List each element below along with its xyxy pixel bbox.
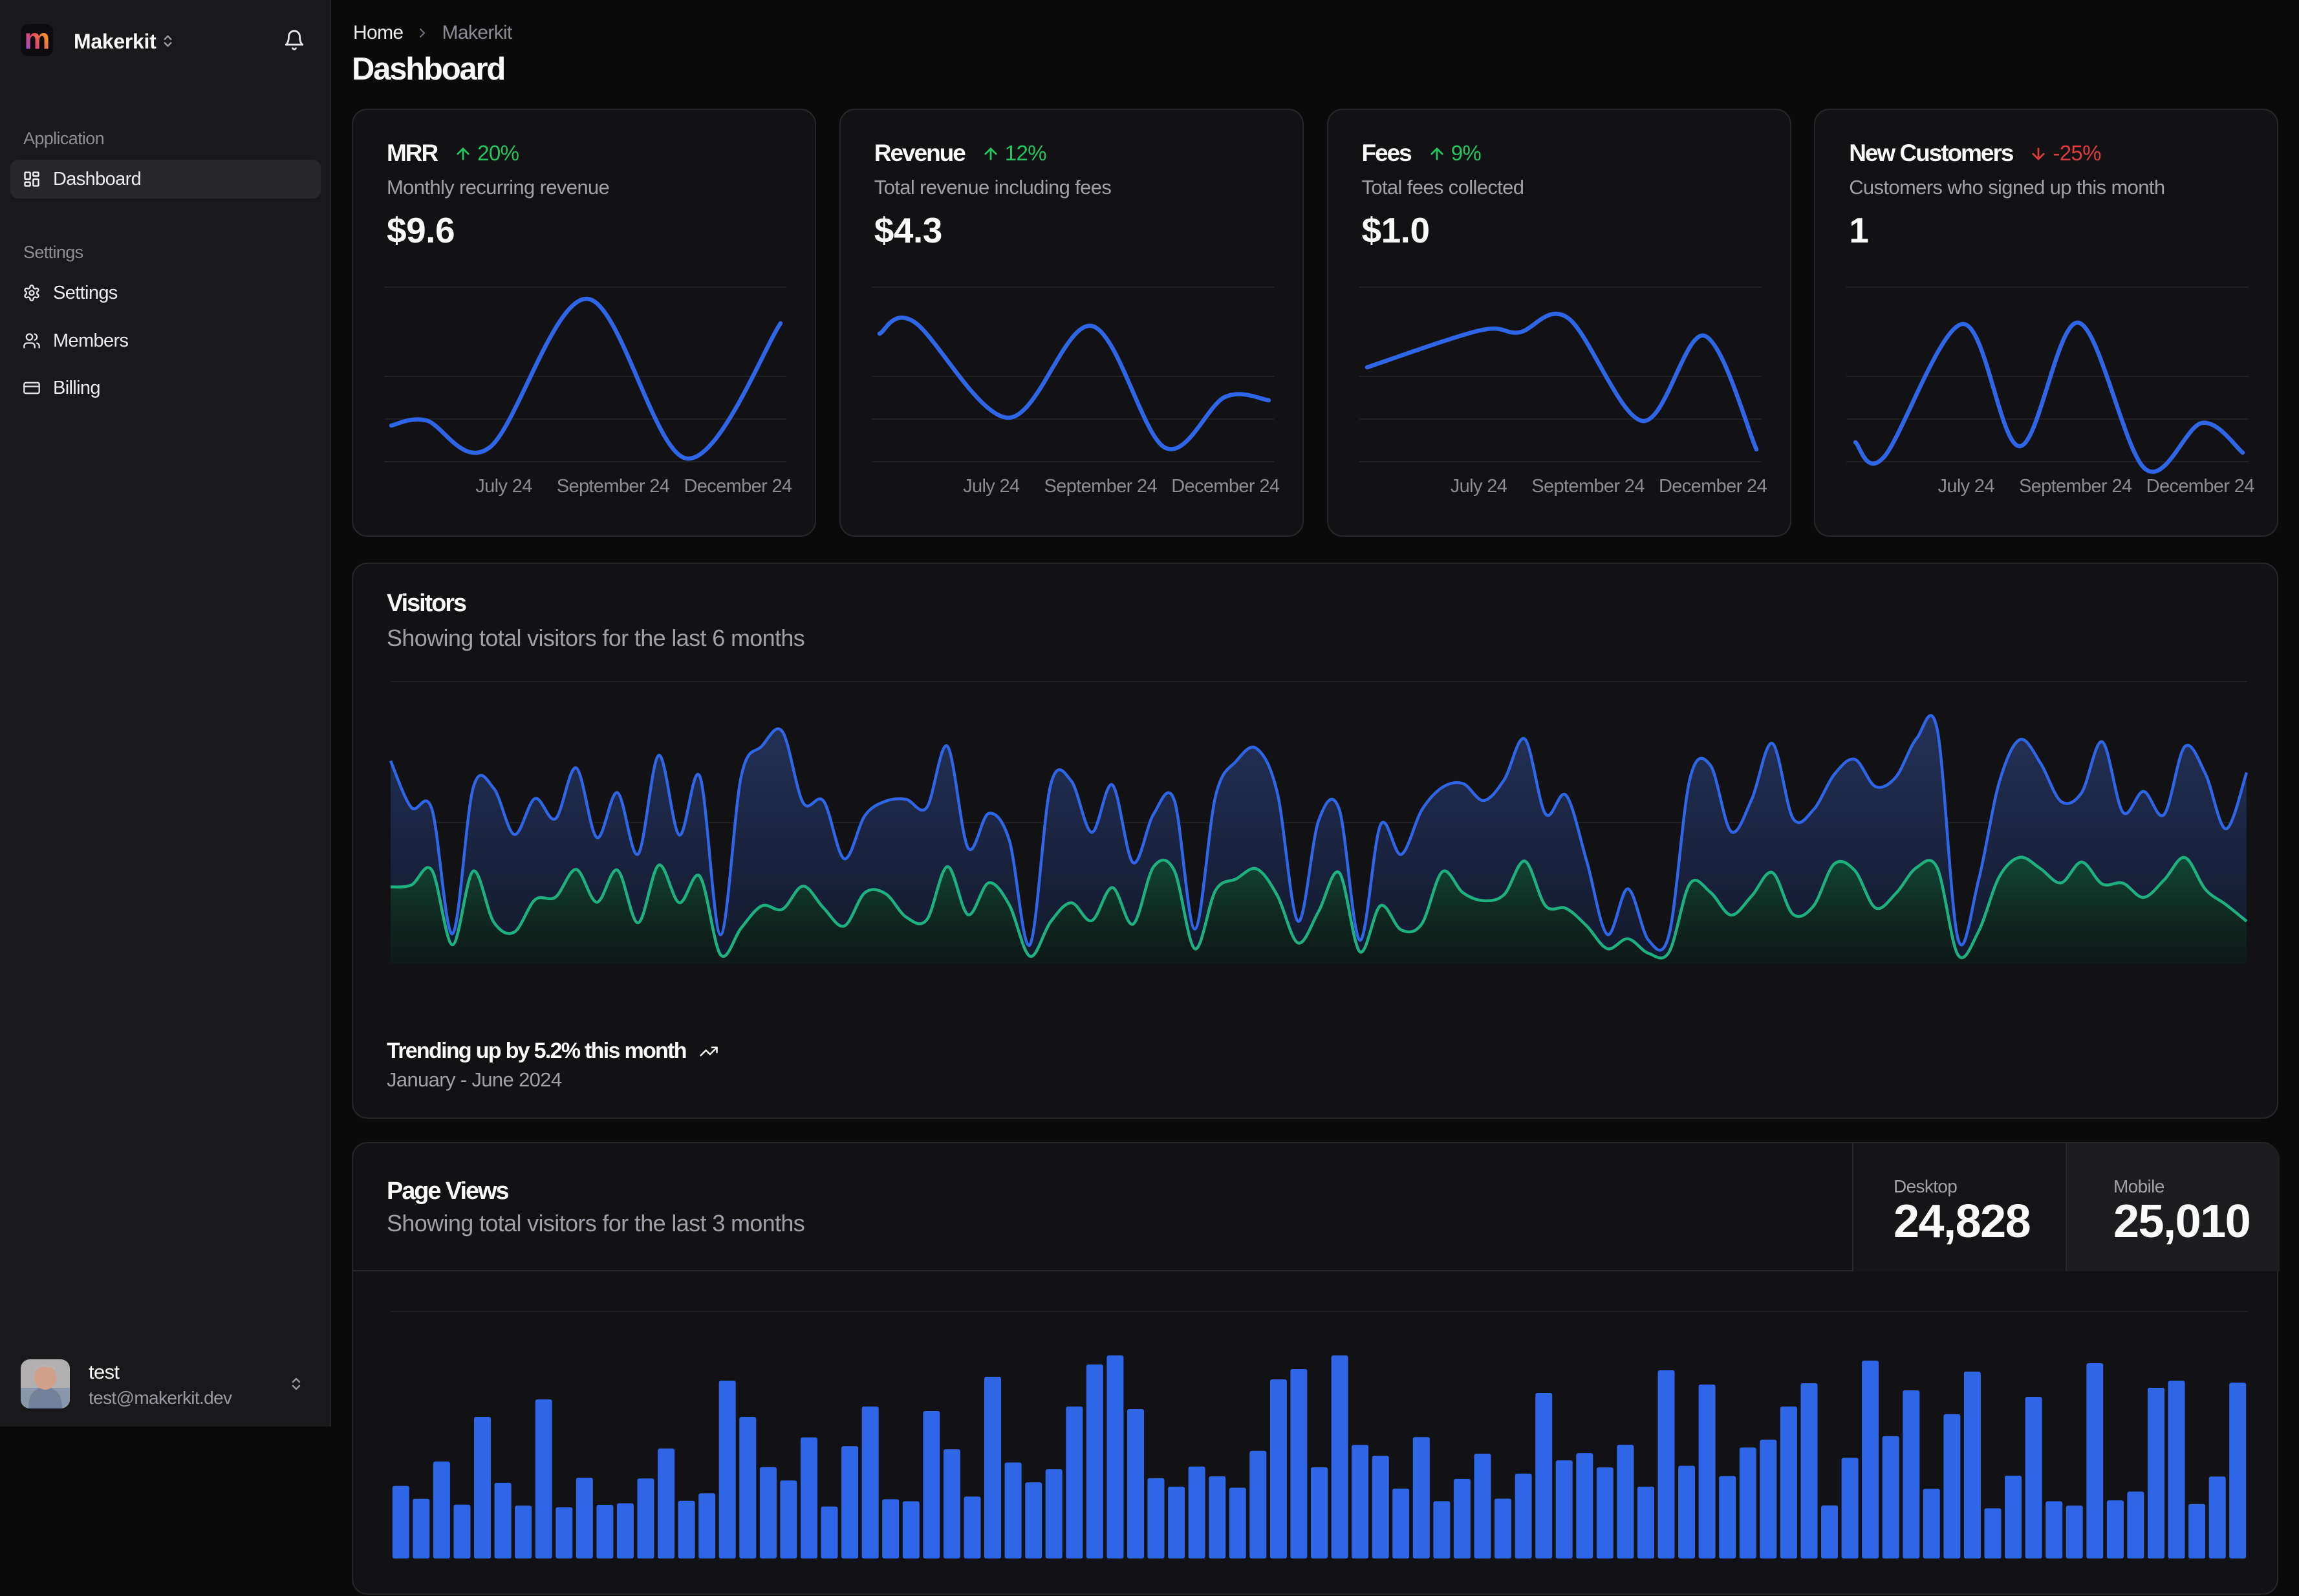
svg-text:m: m — [24, 24, 49, 56]
